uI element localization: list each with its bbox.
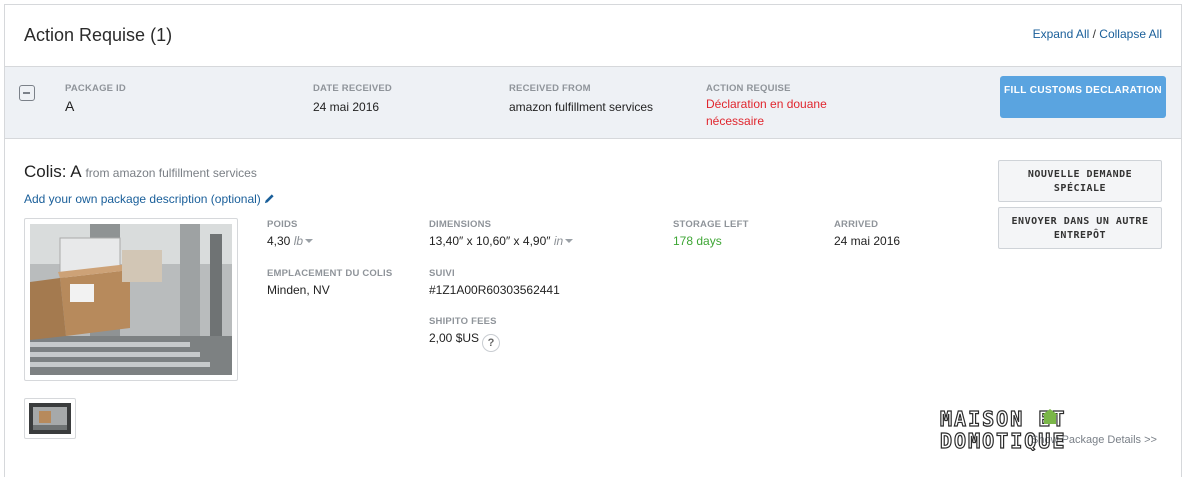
package-heading-from: from amazon fulfillment services: [85, 166, 257, 180]
maison-et-domotique-watermark: MAISON ET DOMOTIQUE: [939, 407, 1066, 451]
fees-field: SHIPITO FEES 2,00 $US?: [429, 316, 501, 352]
dimensions-value: 13,40″ x 10,60″ x 4,90″: [429, 234, 551, 248]
package-photo-image: [30, 224, 232, 375]
date-received-column: DATE RECEIVED 24 mai 2016: [313, 83, 392, 114]
dimensions-unit: in: [553, 234, 564, 248]
tracking-field: SUIVI #1Z1A00R60303562441: [429, 268, 560, 297]
weight-field: POIDS 4,30 lb: [267, 219, 314, 248]
storage-left-label: STORAGE LEFT: [673, 219, 749, 230]
received-from-value: amazon fulfillment services: [509, 100, 654, 114]
add-description-label: Add your own package description (option…: [24, 192, 261, 206]
package-id-value: A: [65, 98, 75, 114]
panel-title: Action Requise (1): [24, 25, 173, 45]
tracking-value: #1Z1A00R60303562441: [429, 283, 560, 297]
thumbnail-image: [29, 403, 71, 434]
package-photo[interactable]: [24, 218, 238, 381]
ship-to-other-warehouse-button[interactable]: ENVOYER DANS UN AUTRE ENTREPÔT: [998, 207, 1162, 249]
expand-collapse-links: Expand All / Collapse All: [1033, 27, 1162, 41]
weight-value: 4,30: [267, 234, 291, 248]
date-received-value: 24 mai 2016: [313, 100, 380, 114]
chevron-down-icon: [565, 239, 574, 243]
package-id-label: PACKAGE ID: [65, 83, 126, 94]
dimensions-label: DIMENSIONS: [429, 219, 492, 230]
add-description-link[interactable]: Add your own package description (option…: [24, 192, 275, 206]
weight-label: POIDS: [267, 219, 298, 230]
package-id-column: PACKAGE ID A: [65, 83, 126, 114]
fees-value-row: 2,00 $US?: [429, 331, 501, 352]
fees-value: 2,00 $US: [429, 331, 480, 345]
help-icon[interactable]: ?: [482, 334, 501, 352]
received-from-label: RECEIVED FROM: [509, 83, 591, 94]
collapse-all-link[interactable]: Collapse All: [1099, 27, 1162, 41]
storage-left-field: STORAGE LEFT 178 days: [673, 219, 749, 248]
action-required-value: Déclaration en douane nécessaire: [706, 97, 827, 128]
received-from-column: RECEIVED FROM amazon fulfillment service…: [509, 83, 653, 114]
dimensions-value-row: 13,40″ x 10,60″ x 4,90″ in: [429, 234, 574, 248]
dimensions-unit-select[interactable]: in: [553, 234, 574, 248]
package-heading: Colis: A from amazon fulfillment service…: [24, 162, 257, 182]
tracking-label: SUIVI: [429, 268, 455, 279]
special-request-button[interactable]: NOUVELLE DEMANDE SPÉCIALE: [998, 160, 1162, 202]
dimensions-field: DIMENSIONS 13,40″ x 10,60″ x 4,90″ in: [429, 219, 574, 248]
weight-unit-select[interactable]: lb: [293, 234, 314, 248]
date-received-label: DATE RECEIVED: [313, 83, 392, 94]
package-photo-thumbnail[interactable]: [24, 398, 76, 439]
package-summary-row[interactable]: PACKAGE ID A DATE RECEIVED 24 mai 2016 R…: [5, 66, 1181, 139]
location-label: EMPLACEMENT DU COLIS: [267, 268, 393, 279]
arrived-field: ARRIVED 24 mai 2016: [834, 219, 900, 248]
arrived-label: ARRIVED: [834, 219, 879, 230]
weight-value-row: 4,30 lb: [267, 234, 314, 248]
weight-unit: lb: [293, 234, 304, 248]
chevron-down-icon: [305, 239, 314, 243]
arrived-value: 24 mai 2016: [834, 234, 901, 248]
fill-customs-declaration-button[interactable]: FILL CUSTOMS DECLARATION: [1000, 76, 1166, 118]
action-required-panel: Action Requise (1) Expand All / Collapse…: [4, 4, 1182, 477]
watermark-line-2: DOMOTIQUE: [940, 429, 1066, 451]
pencil-icon: [264, 194, 274, 204]
location-value: Minden, NV: [267, 283, 330, 297]
storage-left-value: 178 days: [673, 234, 722, 248]
location-field: EMPLACEMENT DU COLIS Minden, NV: [267, 268, 392, 297]
action-required-label: ACTION REQUISE: [706, 83, 791, 94]
fees-label: SHIPITO FEES: [429, 316, 497, 327]
collapse-icon[interactable]: [19, 85, 35, 101]
links-separator: /: [1089, 27, 1100, 41]
package-heading-title: Colis: A: [24, 162, 81, 181]
action-required-column: ACTION REQUISE Déclaration en douane néc…: [706, 83, 846, 130]
expand-all-link[interactable]: Expand All: [1033, 27, 1090, 41]
